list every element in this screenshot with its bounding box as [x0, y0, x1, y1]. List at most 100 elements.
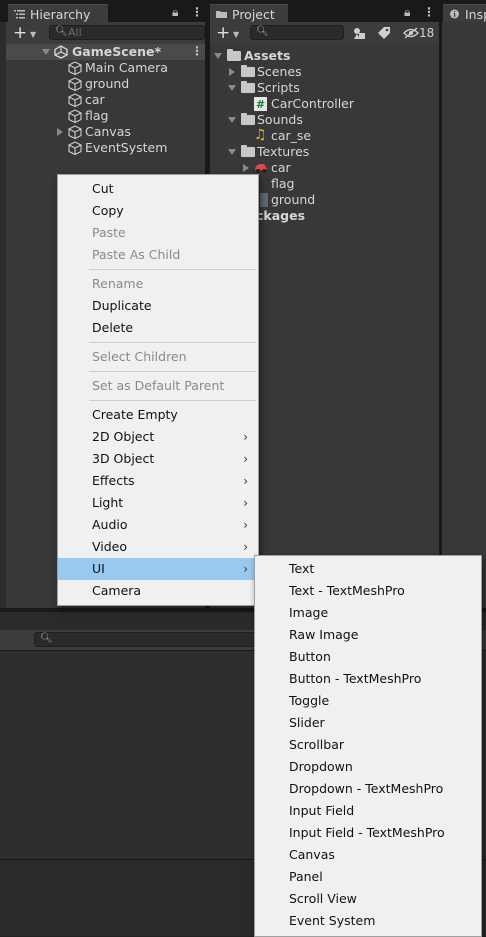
filter-type-icon[interactable]	[352, 26, 366, 40]
chevron-right-icon: ›	[243, 430, 248, 444]
chevron-right-icon: ›	[243, 452, 248, 466]
menu-item-set-default-parent[interactable]: Set as Default Parent	[58, 375, 258, 397]
expand-arrow[interactable]	[228, 149, 236, 155]
expand-arrow[interactable]	[42, 49, 50, 55]
project-folder-packages[interactable]: ckages	[256, 208, 305, 224]
project-file-carcontroller[interactable]: CarController	[271, 96, 354, 112]
search-icon: 🔍︎	[55, 26, 68, 37]
submenu-item-scrollbar[interactable]: Scrollbar	[255, 734, 481, 756]
hierarchy-item[interactable]: car	[85, 92, 105, 108]
submenu-item-panel[interactable]: Panel	[255, 866, 481, 888]
menu-item-copy[interactable]: Copy	[58, 200, 258, 222]
tag-icon[interactable]	[377, 26, 391, 40]
menu-item-paste-as-child[interactable]: Paste As Child	[58, 244, 258, 266]
hierarchy-item[interactable]: Canvas	[85, 124, 131, 140]
lock-icon[interactable]: 🔒︎	[404, 5, 410, 20]
add-button[interactable]: +	[13, 22, 27, 44]
kebab-menu-icon[interactable]: ⋮	[423, 5, 435, 19]
car-sprite-icon	[255, 164, 267, 173]
submenu-item-text[interactable]: Text	[255, 558, 481, 580]
tab-inspector-label: Insp	[465, 7, 486, 22]
submenu-item-dropdown[interactable]: Dropdown	[255, 756, 481, 778]
project-folder-scripts[interactable]: Scripts	[257, 80, 300, 96]
menu-item-light[interactable]: Light ›	[58, 492, 258, 514]
expand-arrow[interactable]	[243, 164, 249, 172]
expand-arrow[interactable]	[228, 85, 236, 91]
menu-item-select-children[interactable]: Select Children	[58, 346, 258, 368]
add-button[interactable]: +	[216, 22, 230, 44]
submenu-item-scroll-view[interactable]: Scroll View	[255, 888, 481, 910]
search-placeholder: All	[68, 26, 82, 39]
kebab-menu-icon[interactable]: ⋮	[191, 44, 203, 58]
audio-clip-icon: ♫	[254, 127, 267, 143]
hidden-count: 18	[419, 26, 435, 40]
menu-item-camera[interactable]: Camera	[58, 580, 258, 602]
hierarchy-search-input[interactable]: 🔍︎ All	[49, 25, 205, 40]
project-folder-sounds[interactable]: Sounds	[257, 112, 303, 128]
hierarchy-item[interactable]: ground	[85, 76, 129, 92]
submenu-item-button[interactable]: Button	[255, 646, 481, 668]
scene-name[interactable]: GameScene*	[72, 44, 161, 60]
menu-item-2d-object[interactable]: 2D Object ›	[58, 426, 258, 448]
submenu-item-canvas[interactable]: Canvas	[255, 844, 481, 866]
project-file-flag[interactable]: flag	[271, 176, 294, 192]
submenu-item-button-tmp[interactable]: Button - TextMeshPro	[255, 668, 481, 690]
console-search-input[interactable]: 🔍︎	[34, 632, 264, 647]
project-folder-assets[interactable]: Assets	[244, 48, 290, 64]
menu-item-rename[interactable]: Rename	[58, 273, 258, 295]
gameobject-cube-icon	[68, 93, 82, 107]
menu-item-audio[interactable]: Audio ›	[58, 514, 258, 536]
hierarchy-item[interactable]: flag	[85, 108, 108, 124]
project-file-car[interactable]: car	[271, 160, 291, 176]
gameobject-cube-icon	[68, 77, 82, 91]
menu-item-create-empty[interactable]: Create Empty	[58, 404, 258, 426]
chevron-down-icon[interactable]: ▼	[30, 30, 36, 39]
menu-item-duplicate[interactable]: Duplicate	[58, 295, 258, 317]
menu-item-cut[interactable]: Cut	[58, 178, 258, 200]
chevron-down-icon[interactable]: ▼	[233, 30, 239, 39]
submenu-item-input-field[interactable]: Input Field	[255, 800, 481, 822]
search-icon: 🔍︎	[40, 633, 53, 644]
search-icon: 🔍︎	[256, 26, 269, 37]
submenu-item-text-tmp[interactable]: Text - TextMeshPro	[255, 580, 481, 602]
submenu-item-dropdown-tmp[interactable]: Dropdown - TextMeshPro	[255, 778, 481, 800]
project-folder-textures[interactable]: Textures	[257, 144, 309, 160]
menu-separator	[89, 371, 256, 372]
tab-project[interactable]: Project	[210, 4, 288, 23]
menu-item-delete[interactable]: Delete	[58, 317, 258, 339]
menu-item-paste[interactable]: Paste	[58, 222, 258, 244]
submenu-item-raw-image[interactable]: Raw Image	[255, 624, 481, 646]
svg-text:#: #	[256, 98, 265, 111]
submenu-item-slider[interactable]: Slider	[255, 712, 481, 734]
hidden-eye-icon[interactable]	[403, 27, 419, 39]
hierarchy-item[interactable]: Main Camera	[85, 60, 168, 76]
menu-item-3d-object[interactable]: 3D Object ›	[58, 448, 258, 470]
texture-icon	[260, 193, 268, 207]
submenu-item-event-system[interactable]: Event System	[255, 910, 481, 932]
csharp-script-icon: #	[254, 97, 267, 111]
info-icon	[450, 9, 459, 19]
hierarchy-item[interactable]: EventSystem	[85, 140, 167, 156]
kebab-menu-icon[interactable]: ⋮	[191, 5, 203, 19]
expand-arrow[interactable]	[214, 53, 222, 59]
ui-submenu: Text Text - TextMeshPro Image Raw Image …	[254, 555, 482, 937]
submenu-item-input-field-tmp[interactable]: Input Field - TextMeshPro	[255, 822, 481, 844]
menu-item-ui[interactable]: UI ›	[58, 558, 258, 580]
menu-item-label: 2D Object	[92, 429, 155, 444]
project-folder-scenes[interactable]: Scenes	[257, 64, 302, 80]
lock-icon[interactable]: 🔒︎	[172, 5, 178, 20]
menu-item-effects[interactable]: Effects ›	[58, 470, 258, 492]
menu-item-video[interactable]: Video ›	[58, 536, 258, 558]
tab-inspector[interactable]: Insp	[443, 4, 486, 23]
project-file-ground[interactable]: ground	[271, 192, 315, 208]
submenu-item-image[interactable]: Image	[255, 602, 481, 624]
tab-hierarchy-label: Hierarchy	[30, 7, 91, 22]
submenu-item-toggle[interactable]: Toggle	[255, 690, 481, 712]
expand-arrow[interactable]	[229, 68, 235, 76]
folder-icon	[241, 145, 255, 157]
tab-hierarchy[interactable]: Hierarchy	[8, 4, 108, 23]
expand-arrow[interactable]	[228, 117, 236, 123]
expand-arrow[interactable]	[57, 128, 63, 136]
project-search-input[interactable]: 🔍︎	[250, 25, 344, 40]
project-file-car-se[interactable]: car_se	[271, 128, 311, 144]
